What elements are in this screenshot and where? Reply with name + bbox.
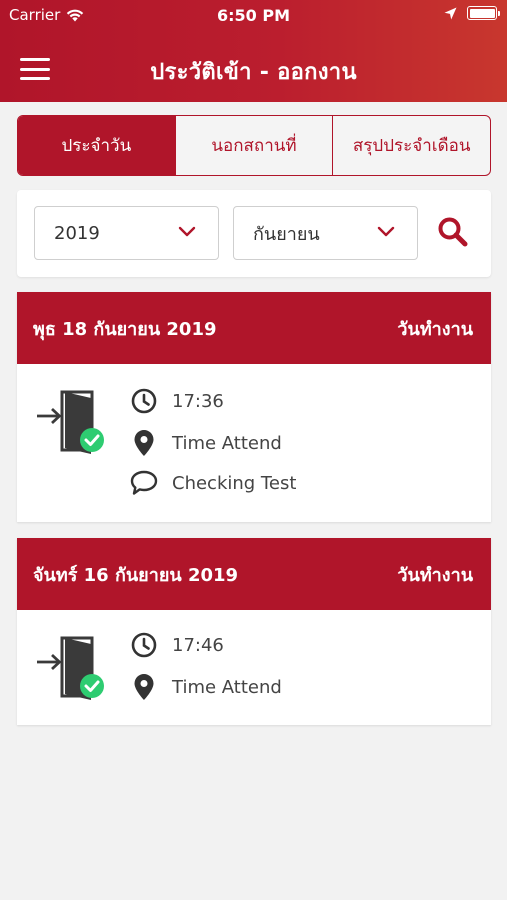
entry-location: Time Attend xyxy=(172,676,282,698)
chevron-down-icon xyxy=(377,226,395,237)
status-bar: Carrier 6:50 PM xyxy=(0,0,507,30)
location-pin-icon xyxy=(134,674,154,700)
day-status: วันทำงาน xyxy=(397,564,473,586)
entry-time-row: 17:36 xyxy=(129,388,224,414)
month-select-value: กันยายน xyxy=(253,223,320,245)
year-select-value: 2019 xyxy=(54,222,100,244)
tab-bar: ประจำวัน นอกสถานที่ สรุปประจำเดือน xyxy=(17,115,491,176)
year-select[interactable]: 2019 xyxy=(34,206,219,260)
entry-location: Time Attend xyxy=(172,432,282,454)
door-check-in-icon xyxy=(37,636,104,700)
door-check-in-icon xyxy=(37,390,104,454)
month-select[interactable]: กันยายน xyxy=(233,206,418,260)
app-header: Carrier 6:50 PM ประวัติเข้า - ออกงาน xyxy=(0,0,507,102)
day-card-header: พุธ 18 กันยายน 2019 วันทำงาน xyxy=(17,292,491,364)
entry-location-row: Time Attend xyxy=(129,673,282,701)
chevron-down-icon xyxy=(178,226,196,237)
entry-location-row: Time Attend xyxy=(129,429,282,457)
entry-note-row: Checking Test xyxy=(129,470,296,496)
entry-note: Checking Test xyxy=(172,472,297,494)
clock-icon xyxy=(131,632,157,658)
page-title: ประวัติเข้า - ออกงาน xyxy=(150,60,357,85)
entry-time: 17:46 xyxy=(172,634,224,656)
tab-daily[interactable]: ประจำวัน xyxy=(18,116,175,175)
location-pin-icon xyxy=(134,430,154,456)
clock-icon xyxy=(131,388,157,414)
search-icon[interactable] xyxy=(437,216,469,248)
entry-time: 17:36 xyxy=(172,390,224,412)
day-card-header: จันทร์ 16 กันยายน 2019 วันทำงาน xyxy=(17,538,491,610)
day-card: พุธ 18 กันยายน 2019 วันทำงาน 17:36 Time … xyxy=(17,292,491,522)
day-date: พุธ 18 กันยายน 2019 xyxy=(33,318,217,340)
tab-offsite[interactable]: นอกสถานที่ xyxy=(174,116,333,175)
status-time: 6:50 PM xyxy=(216,6,290,25)
day-status: วันทำงาน xyxy=(397,318,473,340)
day-card: จันทร์ 16 กันยายน 2019 วันทำงาน 17:46 Ti… xyxy=(17,538,491,725)
entry-time-row: 17:46 xyxy=(129,632,224,658)
day-date: จันทร์ 16 กันยายน 2019 xyxy=(33,564,239,586)
chat-bubble-icon xyxy=(130,470,158,495)
battery-icon xyxy=(467,6,500,20)
filter-card: 2019 กันยายน xyxy=(17,190,491,277)
location-arrow-icon xyxy=(444,7,457,19)
tab-monthly-summary[interactable]: สรุปประจำเดือน xyxy=(332,116,490,175)
status-right xyxy=(444,6,500,20)
